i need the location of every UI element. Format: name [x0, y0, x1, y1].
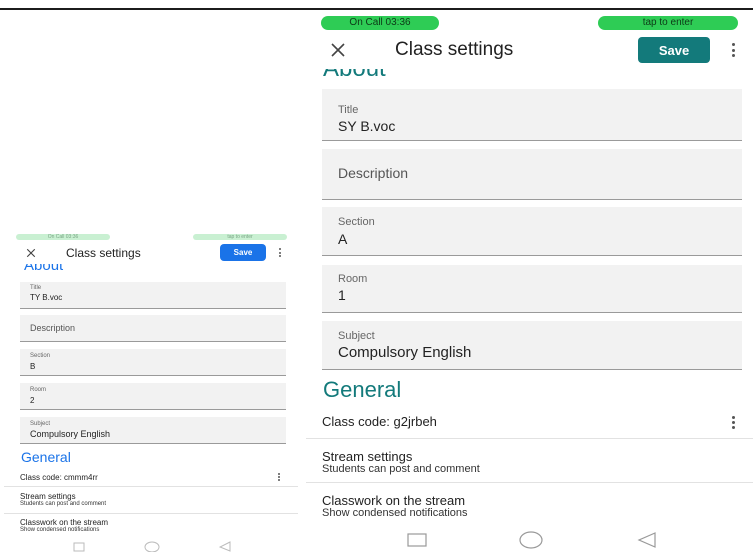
classwork-stream-subtitle: Show condensed notifications [322, 507, 468, 519]
more-vert-icon[interactable] [278, 248, 282, 257]
description-placeholder: Description [30, 323, 76, 333]
recent-apps-icon[interactable] [72, 542, 86, 552]
section-field-label: Section [338, 216, 375, 228]
class-code-more-icon[interactable] [730, 416, 736, 429]
room-field[interactable]: Room 1 [322, 265, 742, 313]
tap-to-enter-pill[interactable]: tap to enter [193, 234, 287, 240]
more-vert-icon[interactable] [730, 43, 736, 57]
subject-field-label: Subject [338, 330, 375, 342]
room-field-value: 1 [338, 287, 346, 303]
title-field-label: Title [338, 104, 359, 116]
room-field-label: Room [338, 273, 368, 285]
title-field-label: Title [30, 285, 42, 291]
section-field-value: B [30, 362, 36, 371]
general-heading: General [323, 377, 402, 402]
classwork-stream-subtitle: Show condensed notifications [20, 527, 100, 533]
class-code-text: Class code: g2jrbeh [322, 414, 437, 429]
home-icon[interactable] [518, 530, 544, 550]
subject-field-label: Subject [30, 421, 51, 427]
tap-to-enter-pill[interactable]: tap to enter [598, 16, 738, 30]
section-field[interactable]: Section B [20, 349, 286, 376]
home-icon[interactable] [144, 541, 160, 552]
classwork-stream-title: Classwork on the stream [322, 493, 466, 508]
title-field[interactable]: Title SY B.voc [322, 89, 742, 141]
classwork-stream-row[interactable]: Classwork on the stream Show condensed n… [306, 483, 753, 526]
app-bar: Class settings Save [4, 242, 298, 264]
large-phone-screen: On Call 03:36 tap to enter Class setting… [306, 10, 753, 552]
page-title: Class settings [66, 246, 141, 260]
room-field[interactable]: Room 2 [20, 383, 286, 410]
stream-settings-subtitle: Students can post and comment [322, 463, 480, 475]
stream-settings-row[interactable]: Stream settings Students can post and co… [4, 487, 298, 513]
section-field-label: Section [30, 353, 51, 359]
description-field[interactable]: Description [322, 149, 742, 200]
back-icon[interactable] [218, 541, 232, 552]
stream-settings-title: Stream settings [20, 492, 76, 501]
stream-settings-title: Stream settings [322, 449, 413, 464]
save-button[interactable]: Save [638, 37, 710, 63]
recent-apps-icon[interactable] [406, 532, 428, 548]
page-title: Class settings [395, 39, 514, 60]
system-nav-bar [306, 528, 753, 552]
class-code-text: Class code: cmmm4rr [20, 473, 98, 482]
classwork-stream-row[interactable]: Classwork on the stream Show condensed n… [4, 514, 298, 538]
system-nav-bar [4, 540, 298, 552]
subject-field-value: Compulsory English [30, 429, 111, 439]
description-field[interactable]: Description [20, 315, 286, 342]
subject-field[interactable]: Subject Compulsory English [20, 417, 286, 444]
small-phone-screen: On Call 03:36 tap to enter Class setting… [4, 228, 298, 552]
section-field-value: A [338, 231, 348, 247]
class-code-row: Class code: g2jrbeh [306, 408, 753, 438]
stream-settings-subtitle: Students can post and comment [20, 501, 107, 507]
title-field-value: TY B.voc [30, 293, 63, 302]
subject-field[interactable]: Subject Compulsory English [322, 321, 742, 370]
description-placeholder: Description [338, 165, 409, 181]
class-code-more-icon[interactable] [277, 473, 281, 481]
subject-field-value: Compulsory English [338, 344, 472, 361]
classwork-stream-title: Classwork on the stream [20, 518, 109, 527]
on-call-pill[interactable]: On Call 03:36 [321, 16, 439, 30]
stream-settings-row[interactable]: Stream settings Students can post and co… [306, 439, 753, 482]
section-field[interactable]: Section A [322, 207, 742, 256]
close-icon[interactable] [24, 246, 38, 260]
app-bar: Class settings Save [306, 32, 753, 68]
close-icon[interactable] [326, 38, 350, 62]
title-field[interactable]: Title TY B.voc [20, 282, 286, 309]
class-code-row: Class code: cmmm4rr [4, 468, 298, 486]
room-field-label: Room [30, 387, 47, 393]
save-button[interactable]: Save [220, 244, 266, 261]
on-call-pill[interactable]: On Call 03:36 [16, 234, 110, 240]
title-field-value: SY B.voc [338, 118, 396, 134]
room-field-value: 2 [30, 396, 35, 405]
back-icon[interactable] [636, 531, 658, 549]
general-heading: General [21, 449, 71, 465]
